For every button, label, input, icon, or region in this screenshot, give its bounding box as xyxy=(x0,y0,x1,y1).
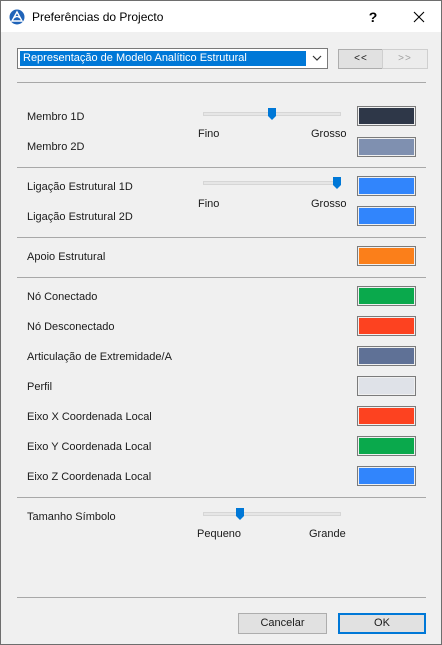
slider-min-label: Fino xyxy=(198,198,220,210)
line-weight-slider-thumb[interactable] xyxy=(333,177,341,189)
slider-min-label: Fino xyxy=(198,128,220,140)
close-button[interactable] xyxy=(401,1,437,32)
slider-max-label: Grosso xyxy=(311,198,347,210)
color-swatch xyxy=(359,348,414,364)
app-icon xyxy=(9,9,25,25)
chevron-down-icon xyxy=(312,55,322,61)
slider-max-label: Grosso xyxy=(311,128,347,140)
local-axis-z-color-button[interactable] xyxy=(357,466,416,486)
color-swatch xyxy=(359,318,414,334)
connected-node-color-button[interactable] xyxy=(357,286,416,306)
color-swatch xyxy=(359,108,414,124)
divider xyxy=(17,597,426,598)
slider-max-label: Grande xyxy=(309,528,346,540)
next-button[interactable]: >> xyxy=(382,49,428,69)
divider xyxy=(17,497,426,498)
local-axis-z-label: Eixo Z Coordenada Local xyxy=(27,471,152,483)
structural-link-2d-color-button[interactable] xyxy=(357,206,416,226)
title-bar: Preferências do Projecto ? xyxy=(1,1,441,32)
line-weight-slider-track[interactable] xyxy=(203,181,341,185)
slider-min-label: Pequeno xyxy=(197,528,242,540)
divider xyxy=(17,82,426,83)
profile-color-button[interactable] xyxy=(357,376,416,396)
member-2d-color-button[interactable] xyxy=(357,137,416,157)
color-swatch xyxy=(359,139,414,155)
local-axis-y-label: Eixo Y Coordenada Local xyxy=(27,441,152,453)
local-axis-x-label: Eixo X Coordenada Local xyxy=(27,411,152,423)
preferences-dialog: Preferências do Projecto ? Representação… xyxy=(0,0,442,645)
line-weight-slider-thumb[interactable] xyxy=(268,108,276,120)
representation-selected-value: Representação de Modelo Analítico Estrut… xyxy=(20,51,306,66)
symbol-size-slider-thumb[interactable] xyxy=(235,508,244,520)
help-button[interactable]: ? xyxy=(355,1,391,32)
color-swatch xyxy=(359,248,414,264)
connected-node-label: Nó Conectado xyxy=(27,291,98,303)
divider xyxy=(17,277,426,278)
cancel-button[interactable]: Cancelar xyxy=(238,613,327,634)
close-icon xyxy=(413,11,425,22)
symbol-size-label: Tamanho Símbolo xyxy=(27,511,116,523)
profile-label: Perfil xyxy=(27,381,53,393)
symbol-size-slider-track[interactable] xyxy=(203,512,341,516)
member-1d-label: Membro 1D xyxy=(27,111,85,123)
color-swatch xyxy=(359,408,414,424)
structural-link-1d-label: Ligação Estrutural 1D xyxy=(27,181,133,193)
local-axis-y-color-button[interactable] xyxy=(357,436,416,456)
color-swatch xyxy=(359,438,414,454)
color-swatch xyxy=(359,288,414,304)
member-2d-label: Membro 2D xyxy=(27,141,85,153)
disconnected-node-label: Nó Desconectado xyxy=(27,321,115,333)
divider xyxy=(17,167,426,168)
disconnected-node-color-button[interactable] xyxy=(357,316,416,336)
color-swatch xyxy=(359,378,414,394)
structural-link-2d-label: Ligação Estrutural 2D xyxy=(27,211,133,223)
member-1d-color-button[interactable] xyxy=(357,106,416,126)
color-swatch xyxy=(359,208,414,224)
end-release-label: Articulação de Extremidade/A xyxy=(27,351,172,363)
color-swatch xyxy=(359,468,414,484)
structural-link-1d-color-button[interactable] xyxy=(357,176,416,196)
divider xyxy=(17,237,426,238)
representation-dropdown[interactable]: Representação de Modelo Analítico Estrut… xyxy=(17,48,328,69)
previous-button[interactable]: << xyxy=(338,49,384,69)
ok-button[interactable]: OK xyxy=(338,613,426,634)
end-release-color-button[interactable] xyxy=(357,346,416,366)
local-axis-x-color-button[interactable] xyxy=(357,406,416,426)
color-swatch xyxy=(359,178,414,194)
structural-support-color-button[interactable] xyxy=(357,246,416,266)
structural-support-label: Apoio Estrutural xyxy=(27,251,106,263)
window-title: Preferências do Projecto xyxy=(32,10,164,24)
